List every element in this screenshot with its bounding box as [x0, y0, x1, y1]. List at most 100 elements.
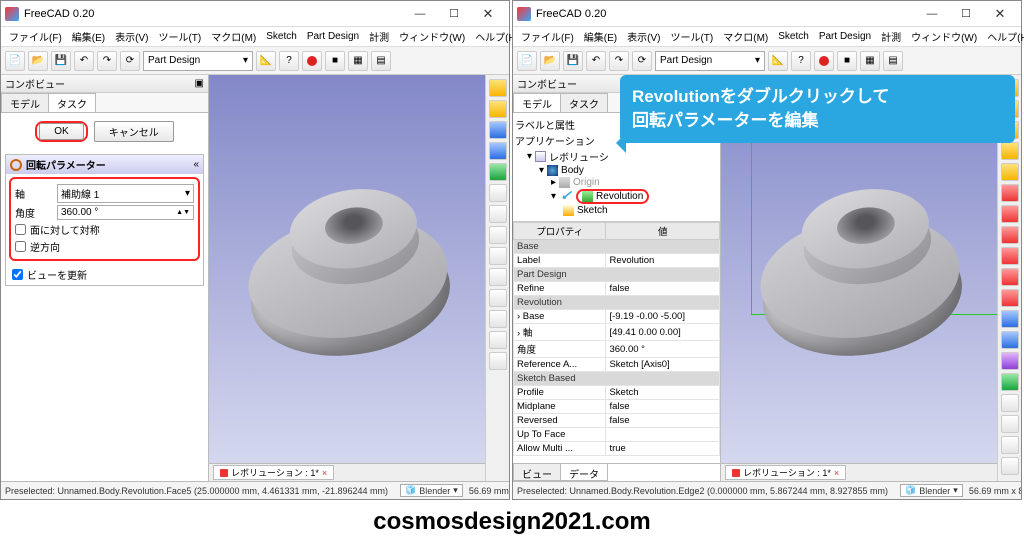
macro-edit-icon[interactable]: ▤: [883, 51, 903, 71]
panel-menu-icon[interactable]: ▣: [195, 78, 204, 89]
tree-sketch[interactable]: Sketch: [515, 205, 718, 217]
pocket-icon[interactable]: [489, 163, 507, 181]
prop-angle-value[interactable]: 360.00 °: [606, 341, 720, 358]
menu-tools[interactable]: ツール(T): [666, 29, 717, 44]
tab-task[interactable]: タスク: [560, 93, 608, 112]
menu-sketch[interactable]: Sketch: [262, 31, 301, 42]
macro-record-icon[interactable]: [302, 51, 322, 71]
document-tab[interactable]: レボリューション : 1*×: [725, 465, 846, 480]
workbench-selector[interactable]: Part Design▾: [655, 51, 765, 71]
macro-record-icon[interactable]: [814, 51, 834, 71]
tab-task[interactable]: タスク: [48, 93, 96, 112]
hole-icon[interactable]: [489, 184, 507, 202]
nav-style-selector[interactable]: 🧊 Blender ▾: [900, 484, 963, 497]
menu-file[interactable]: ファイル(F): [5, 29, 66, 44]
prop-profile-value[interactable]: Sketch: [606, 386, 720, 400]
close-tab-icon[interactable]: ×: [834, 468, 839, 478]
close-button[interactable]: ✕: [983, 2, 1017, 26]
redo-icon[interactable]: ↷: [609, 51, 629, 71]
minimize-button[interactable]: —: [915, 2, 949, 26]
helix-icon[interactable]: [489, 268, 507, 286]
menu-edit[interactable]: 編集(E): [580, 29, 621, 44]
expand-icon[interactable]: ▸: [551, 177, 556, 188]
collapse-icon[interactable]: «: [193, 159, 199, 170]
polar-pattern-icon[interactable]: [1001, 436, 1019, 454]
close-button[interactable]: ✕: [471, 2, 505, 26]
prop-axis-value[interactable]: [49.41 0.00 0.00]: [606, 324, 720, 341]
menu-window[interactable]: ウィンドウ(W): [395, 29, 469, 44]
multi-transform-icon[interactable]: [1001, 457, 1019, 475]
macro-stop-icon[interactable]: ■: [837, 51, 857, 71]
document-tab[interactable]: レボリューション : 1*×: [213, 465, 334, 480]
sweep-icon[interactable]: [489, 142, 507, 160]
maximize-button[interactable]: ☐: [437, 2, 471, 26]
mirror-checkbox[interactable]: [15, 224, 26, 235]
tree-revolution[interactable]: Revolution: [596, 191, 643, 202]
refresh-icon[interactable]: ⟳: [120, 51, 140, 71]
subloft-icon[interactable]: [489, 226, 507, 244]
pocket-icon[interactable]: [1001, 184, 1019, 202]
whatsthis-icon[interactable]: ?: [791, 51, 811, 71]
menu-window[interactable]: ウィンドウ(W): [907, 29, 981, 44]
tree-body[interactable]: ▾Body: [515, 165, 718, 177]
save-file-icon[interactable]: 💾: [51, 51, 71, 71]
pad-icon[interactable]: [489, 79, 507, 97]
prop-refine-value[interactable]: false: [606, 282, 720, 296]
updateview-checkbox[interactable]: [12, 269, 23, 280]
linear-pattern-icon[interactable]: [1001, 415, 1019, 433]
loft-icon[interactable]: [489, 121, 507, 139]
mirror-icon[interactable]: [1001, 394, 1019, 412]
nav-style-selector[interactable]: 🧊 Blender ▾: [400, 484, 463, 497]
tab-model[interactable]: モデル: [513, 93, 561, 112]
hole-icon[interactable]: [1001, 205, 1019, 223]
sub-loft-icon[interactable]: [1001, 247, 1019, 265]
workbench-selector[interactable]: Part Design▾: [143, 51, 253, 71]
measure-icon[interactable]: 📐: [256, 51, 276, 71]
measure-icon[interactable]: 📐: [768, 51, 788, 71]
macro-edit-icon[interactable]: ▤: [371, 51, 391, 71]
chamfer-icon[interactable]: [1001, 331, 1019, 349]
3d-viewport[interactable]: レボリューション : 1*×: [209, 75, 485, 481]
menu-macro[interactable]: マクロ(M): [207, 29, 260, 44]
groove-icon[interactable]: [489, 205, 507, 223]
maximize-button[interactable]: ☐: [949, 2, 983, 26]
minimize-button[interactable]: —: [403, 2, 437, 26]
redo-icon[interactable]: ↷: [97, 51, 117, 71]
close-tab-icon[interactable]: ×: [322, 468, 327, 478]
menu-help[interactable]: ヘルプ(H): [983, 29, 1024, 44]
prop-label-value[interactable]: Revolution: [606, 254, 720, 268]
spinbox-buttons-icon[interactable]: ▲▼: [176, 209, 190, 216]
macro-play-icon[interactable]: ▦: [860, 51, 880, 71]
new-file-icon[interactable]: 📄: [517, 51, 537, 71]
expand-icon[interactable]: ▾: [551, 191, 556, 202]
parameters-header[interactable]: 回転パラメーター «: [6, 155, 203, 174]
menu-partdesign[interactable]: Part Design: [815, 31, 875, 42]
menu-measure[interactable]: 計測: [365, 29, 393, 44]
fillet-icon[interactable]: [489, 289, 507, 307]
sub-helix-icon[interactable]: [1001, 289, 1019, 307]
menu-view[interactable]: 表示(V): [623, 29, 664, 44]
additive-sweep-icon[interactable]: [1001, 142, 1019, 160]
draft-icon[interactable]: [489, 331, 507, 349]
menu-macro[interactable]: マクロ(M): [719, 29, 772, 44]
menu-measure[interactable]: 計測: [877, 29, 905, 44]
thickness-icon[interactable]: [1001, 373, 1019, 391]
prop-allowmulti-value[interactable]: true: [606, 442, 720, 456]
menu-sketch[interactable]: Sketch: [774, 31, 813, 42]
reverse-checkbox[interactable]: [15, 241, 26, 252]
additive-helix-icon[interactable]: [1001, 163, 1019, 181]
prop-uptoface-value[interactable]: [606, 428, 720, 442]
cancel-button[interactable]: キャンセル: [94, 121, 174, 142]
subsweep-icon[interactable]: [489, 247, 507, 265]
menu-view[interactable]: 表示(V): [111, 29, 152, 44]
whatsthis-icon[interactable]: ?: [279, 51, 299, 71]
ok-button[interactable]: OK: [39, 123, 83, 140]
prop-base-value[interactable]: [-9.19 -0.00 -5.00]: [606, 310, 720, 324]
revolution-icon[interactable]: [489, 100, 507, 118]
prop-refa-value[interactable]: Sketch [Axis0]: [606, 358, 720, 372]
new-file-icon[interactable]: 📄: [5, 51, 25, 71]
fillet-icon[interactable]: [1001, 310, 1019, 328]
save-file-icon[interactable]: 💾: [563, 51, 583, 71]
groove-icon[interactable]: [1001, 226, 1019, 244]
menu-tools[interactable]: ツール(T): [154, 29, 205, 44]
